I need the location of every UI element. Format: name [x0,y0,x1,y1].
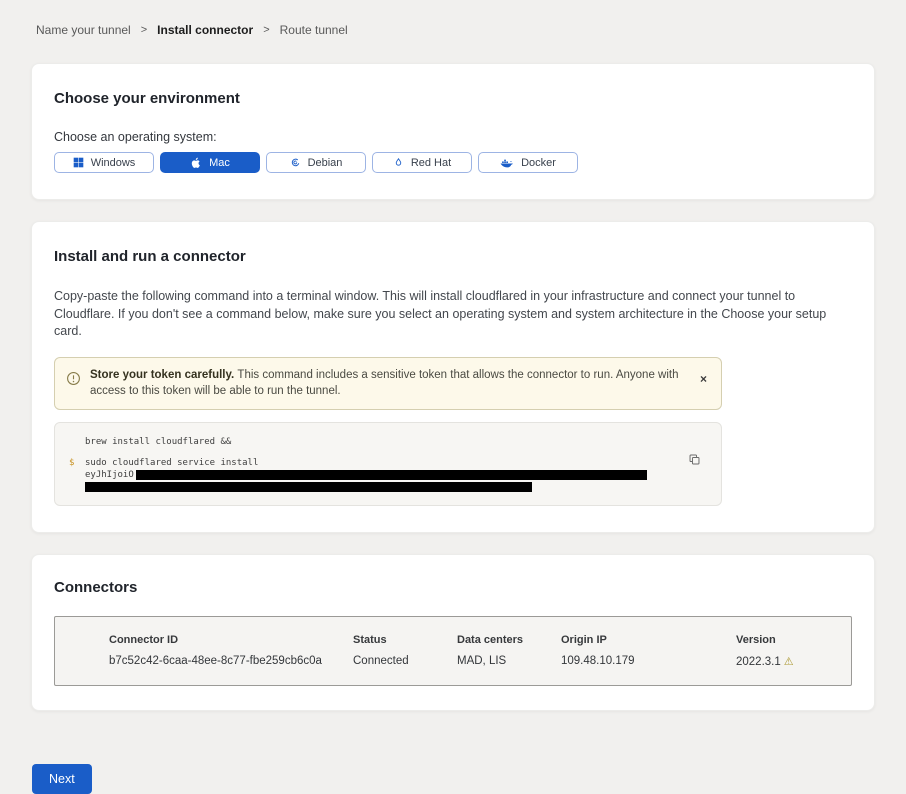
windows-icon [73,157,84,168]
data-centers-value: MAD, LIS [457,655,561,668]
origin-ip-value: 109.48.10.179 [561,655,736,668]
close-icon[interactable]: × [700,373,707,385]
connectors-card: Connectors Connector ID Status Data cent… [31,554,875,711]
debian-icon [290,157,301,168]
install-card-title: Install and run a connector [54,248,852,265]
os-button-mac[interactable]: Mac [160,152,260,173]
os-button-label: Red Hat [411,157,451,169]
header-connector-id: Connector ID [109,634,353,646]
breadcrumb-separator: > [263,24,269,36]
os-button-windows[interactable]: Windows [54,152,154,173]
header-version: Version [736,634,856,646]
environment-card-title: Choose your environment [54,90,852,107]
breadcrumb-step-route-tunnel[interactable]: Route tunnel [280,23,348,37]
environment-card: Choose your environment Choose an operat… [31,63,875,200]
code-line-brew: brew install cloudflared && [69,436,661,448]
redacted-token-bar [85,482,532,492]
header-status: Status [353,634,457,646]
connectors-table-header: Connector ID Status Data centers Origin … [55,634,851,646]
status-badge: Connected [353,655,457,668]
apple-icon [190,157,202,169]
next-button[interactable]: Next [32,764,92,794]
header-data-centers: Data centers [457,634,561,646]
token-prefix-text: eyJhIjoiO [85,469,134,481]
os-button-label: Docker [521,157,556,169]
breadcrumb-step-name-your-tunnel[interactable]: Name your tunnel [36,23,131,37]
os-button-label: Debian [308,157,343,169]
install-connector-card: Install and run a connector Copy-paste t… [31,221,875,533]
os-button-group: Windows Mac Debian [54,152,852,173]
breadcrumb: Name your tunnel > Install connector > R… [31,0,875,37]
version-value: 2022.3.1⚠ [736,655,856,668]
shell-prompt: $ [69,457,74,469]
token-warning-text: Store your token carefully. This command… [90,367,687,400]
os-button-redhat[interactable]: Red Hat [372,152,472,173]
redhat-icon [393,157,404,168]
code-line-token: eyJhIjoiO [69,469,661,481]
token-warning-banner: Store your token carefully. This command… [54,357,722,410]
os-button-label: Windows [91,157,136,169]
connectors-table: Connector ID Status Data centers Origin … [54,616,852,686]
redacted-token-bar [136,470,647,480]
table-row: b7c52c42-6caa-48ee-8c77-fbe259cb6c0a Con… [55,655,851,668]
os-button-label: Mac [209,157,230,169]
os-button-docker[interactable]: Docker [478,152,578,173]
install-instructions: Copy-paste the following command into a … [54,288,852,341]
connector-id-value: b7c52c42-6caa-48ee-8c77-fbe259cb6c0a [109,655,353,668]
install-command-codeblock: brew install cloudflared && $ sudo cloud… [54,422,722,506]
docker-icon [500,157,514,168]
os-select-label: Choose an operating system: [54,130,852,144]
code-command-text: sudo cloudflared service install [85,458,258,468]
info-circle-icon [66,371,81,391]
os-button-debian[interactable]: Debian [266,152,366,173]
connectors-card-title: Connectors [54,579,852,596]
breadcrumb-step-install-connector[interactable]: Install connector [157,23,253,37]
version-warning-icon: ⚠ [784,656,794,668]
code-line-service-install: $ sudo cloudflared service install [69,457,661,469]
breadcrumb-separator: > [141,24,147,36]
version-number: 2022.3.1 [736,656,781,668]
copy-icon[interactable] [686,451,703,468]
header-origin-ip: Origin IP [561,634,736,646]
token-warning-title: Store your token carefully. [90,369,237,381]
tunnel-setup-page: Name your tunnel > Install connector > R… [0,0,906,794]
